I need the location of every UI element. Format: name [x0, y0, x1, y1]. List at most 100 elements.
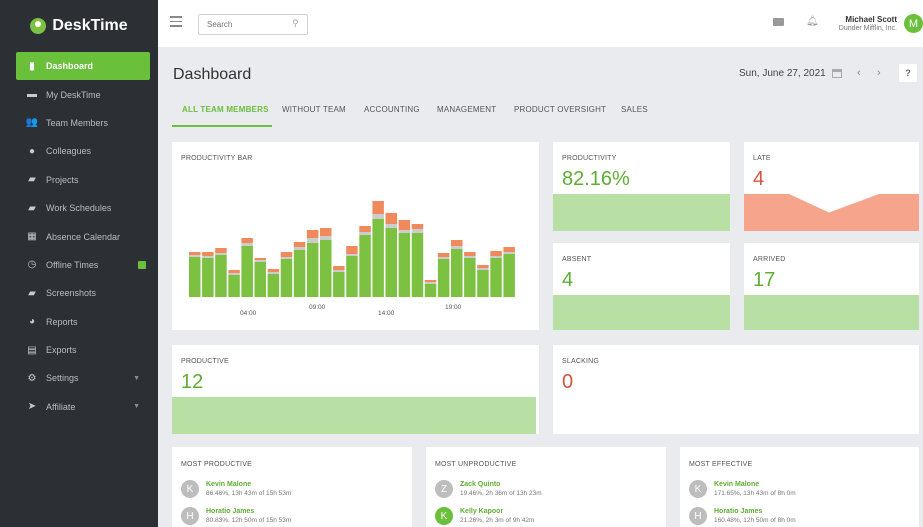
- chart-bar-unproductive[interactable]: [267, 269, 280, 272]
- chart-bar-productive[interactable]: [189, 257, 201, 297]
- chart-bar-productive[interactable]: [228, 275, 240, 297]
- chart-bar-unproductive[interactable]: [320, 228, 332, 236]
- absent-card[interactable]: ABSENT 4: [553, 243, 730, 330]
- chart-bar-productive[interactable]: [333, 272, 345, 297]
- chart-bar-neutral[interactable]: [437, 257, 450, 259]
- chart-bar-productive[interactable]: [437, 259, 450, 297]
- chart-bar-neutral[interactable]: [372, 214, 384, 219]
- sidebar-item-reports[interactable]: ◕ Reports: [0, 308, 158, 336]
- sidebar-item-my-desktime[interactable]: ▬ My DeskTime: [0, 80, 158, 108]
- chart-bar-neutral[interactable]: [306, 238, 319, 243]
- list-item[interactable]: H Horatio James 160.48%, 12h 50m of 8h 0…: [689, 507, 909, 527]
- chart-bar-unproductive[interactable]: [424, 280, 437, 282]
- user-name[interactable]: Michael Scott: [834, 15, 897, 24]
- chevron-left-icon[interactable]: ‹: [857, 67, 861, 79]
- tab-management[interactable]: MANAGEMENT: [437, 105, 496, 114]
- list-item[interactable]: K Kevin Malone 86.46%, 13h 43m of 15h 53…: [181, 480, 401, 500]
- avatar[interactable]: M: [904, 14, 923, 33]
- chart-bar-productive[interactable]: [372, 219, 384, 297]
- chart-bar-productive[interactable]: [451, 249, 463, 297]
- chart-bar-neutral[interactable]: [241, 243, 253, 246]
- chart-bar-neutral[interactable]: [293, 247, 306, 250]
- chart-bar-neutral[interactable]: [385, 224, 398, 228]
- chart-bar-neutral[interactable]: [464, 256, 476, 258]
- chart-bar-unproductive[interactable]: [437, 253, 450, 257]
- person-name[interactable]: Horatio James: [206, 508, 254, 515]
- chart-bar-neutral[interactable]: [398, 230, 411, 233]
- chart-bar-neutral[interactable]: [280, 257, 293, 259]
- late-card[interactable]: LATE 4: [744, 142, 919, 231]
- list-item[interactable]: K Kevin Malone 171.65%, 13h 43m of 8h 0m: [689, 480, 909, 500]
- list-item[interactable]: K Kelly Kapoor 21.26%, 2h 3m of 9h 42m: [435, 507, 655, 527]
- sidebar-item-projects[interactable]: ▰ Projects: [0, 166, 158, 194]
- sidebar-item-work-schedules[interactable]: ▰ Work Schedules: [0, 194, 158, 222]
- chart-bar-unproductive[interactable]: [464, 252, 476, 256]
- chart-bar-productive[interactable]: [477, 270, 489, 297]
- chart-bar-neutral[interactable]: [503, 252, 515, 254]
- list-item[interactable]: H Horatio James 80.83%, 12h 50m of 15h 5…: [181, 507, 401, 527]
- chart-bar-neutral[interactable]: [333, 270, 345, 272]
- chart-bar-neutral[interactable]: [254, 260, 267, 262]
- search-icon[interactable]: ⚲: [292, 18, 299, 29]
- productive-card[interactable]: PRODUCTIVE 12: [172, 345, 539, 434]
- chart-bar-unproductive[interactable]: [451, 240, 463, 246]
- chart-bar-productive[interactable]: [490, 258, 502, 297]
- chart-bar-neutral[interactable]: [228, 273, 240, 275]
- chart-bar-unproductive[interactable]: [385, 213, 398, 224]
- chart-bar-productive[interactable]: [464, 258, 476, 297]
- chart-bar-unproductive[interactable]: [202, 252, 214, 256]
- chart-bar-productive[interactable]: [267, 274, 280, 297]
- chart-bar-unproductive[interactable]: [215, 248, 227, 253]
- chart-bar-neutral[interactable]: [320, 236, 332, 240]
- chart-bar-neutral[interactable]: [490, 256, 502, 258]
- chart-bar-unproductive[interactable]: [372, 201, 384, 214]
- chart-bar-productive[interactable]: [254, 262, 267, 297]
- tab-all-team-members[interactable]: ALL TEAM MEMBERS: [182, 105, 269, 114]
- chart-bar-unproductive[interactable]: [503, 247, 515, 252]
- chevron-right-icon[interactable]: ›: [877, 67, 881, 79]
- chart-bar-unproductive[interactable]: [477, 265, 489, 268]
- chart-bar-unproductive[interactable]: [359, 226, 371, 232]
- bell-icon[interactable]: 🔔︎: [806, 16, 819, 27]
- chart-bar-productive[interactable]: [503, 254, 515, 297]
- person-name[interactable]: Kevin Malone: [206, 481, 251, 488]
- chart-bar-productive[interactable]: [215, 255, 227, 297]
- person-name[interactable]: Horatio James: [714, 508, 762, 515]
- slacking-card[interactable]: SLACKING 0: [553, 345, 919, 434]
- chart-bar-neutral[interactable]: [189, 255, 201, 257]
- arrived-card[interactable]: ARRIVED 17: [744, 243, 919, 330]
- chart-bar-productive[interactable]: [202, 258, 214, 297]
- tab-sales[interactable]: SALES: [621, 105, 648, 114]
- chart-bar-productive[interactable]: [346, 256, 358, 297]
- chart-bar-unproductive[interactable]: [333, 266, 345, 270]
- person-name[interactable]: Kevin Malone: [714, 481, 759, 488]
- sidebar-item-absence-calendar[interactable]: ▦ Absence Calendar: [0, 222, 158, 250]
- chart-bar-productive[interactable]: [280, 259, 293, 297]
- sidebar-item-offline-times[interactable]: ◷ Offline Times: [0, 251, 158, 279]
- sidebar-item-colleagues[interactable]: ● Colleagues: [0, 137, 158, 165]
- productivity-card[interactable]: PRODUCTIVITY 82.16%: [553, 142, 730, 231]
- hamburger-menu-icon[interactable]: [170, 16, 182, 30]
- chart-bar-neutral[interactable]: [411, 229, 424, 233]
- sidebar-item-team-members[interactable]: 👥 Team Members: [0, 109, 158, 137]
- tab-accounting[interactable]: ACCOUNTING: [364, 105, 420, 114]
- chart-bar-neutral[interactable]: [424, 282, 437, 284]
- person-name[interactable]: Zack Quinto: [460, 481, 500, 488]
- chart-bar-neutral[interactable]: [451, 246, 463, 249]
- calendar-icon[interactable]: [832, 69, 842, 78]
- chart-bar-productive[interactable]: [398, 233, 411, 297]
- chart-bar-neutral[interactable]: [215, 253, 227, 255]
- chart-bar-productive[interactable]: [320, 240, 332, 297]
- chart-bar-productive[interactable]: [306, 243, 319, 297]
- sidebar-item-settings[interactable]: ⚙ Settings ▼: [0, 364, 158, 392]
- chart-bar-unproductive[interactable]: [254, 258, 267, 260]
- chart-bar-unproductive[interactable]: [411, 224, 424, 229]
- chart-bar-neutral[interactable]: [477, 268, 489, 270]
- logo[interactable]: DeskTime: [0, 0, 158, 52]
- chart-bar-productive[interactable]: [385, 228, 398, 297]
- chart-bar-unproductive[interactable]: [241, 238, 253, 243]
- chart-bar-unproductive[interactable]: [306, 230, 319, 238]
- chart-bar-productive[interactable]: [359, 235, 371, 297]
- list-item[interactable]: Z Zack Quinto 19.46%, 2h 36m of 13h 23m: [435, 480, 655, 500]
- chart-bar-unproductive[interactable]: [280, 252, 293, 257]
